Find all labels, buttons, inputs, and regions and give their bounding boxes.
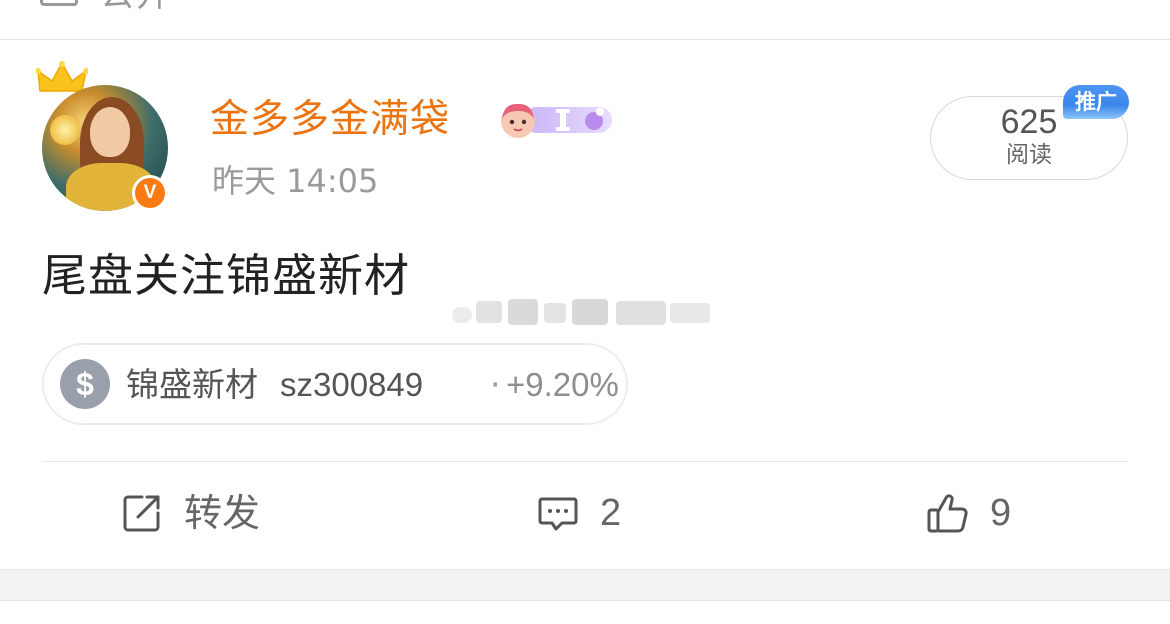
post-timestamp: 昨天 14:05 xyxy=(212,162,379,200)
blurred-overlay xyxy=(452,299,710,325)
thumbs-up-icon xyxy=(927,494,968,533)
stock-change: +9.20% xyxy=(506,366,619,403)
like-count: 9 xyxy=(990,492,1012,534)
next-post-edge xyxy=(0,601,1170,624)
stock-name: 锦盛新材 xyxy=(126,365,258,404)
dollar-icon: $ xyxy=(60,359,110,409)
comment-icon xyxy=(538,497,578,531)
repost-icon xyxy=(123,495,160,532)
stock-separator: · xyxy=(490,365,501,404)
post-card[interactable]: V 金多多金满袋 昨天 14:05 625 阅读 推广 尾盘关注锦盛新材 $ 锦… xyxy=(0,41,1170,569)
author-avatar-group[interactable]: V xyxy=(36,61,176,211)
views-label: 阅读 xyxy=(1006,142,1052,168)
stock-chip[interactable]: $ 锦盛新材 sz300849 · +9.20% xyxy=(42,343,628,425)
visibility-label: 公开 xyxy=(100,0,172,12)
repost-label: 转发 xyxy=(184,491,261,535)
verified-badge-icon: V xyxy=(132,175,168,211)
previous-post-footer: 公开 xyxy=(0,0,1170,40)
level-badge-icon[interactable] xyxy=(496,99,614,139)
promo-tag: 推广 xyxy=(1063,85,1129,119)
comment-button[interactable]: 2 xyxy=(536,489,621,537)
actions-divider xyxy=(42,461,1128,462)
comment-count: 2 xyxy=(600,492,622,534)
repost-button[interactable]: 转发 xyxy=(120,489,260,537)
post-body-text[interactable]: 尾盘关注锦盛新材 xyxy=(42,248,410,304)
like-button[interactable]: 9 xyxy=(926,489,1011,537)
lock-icon xyxy=(40,0,78,6)
feed-separator xyxy=(0,569,1170,601)
author-name[interactable]: 金多多金满袋 xyxy=(210,97,450,143)
stock-code: sz300849 xyxy=(280,366,424,403)
